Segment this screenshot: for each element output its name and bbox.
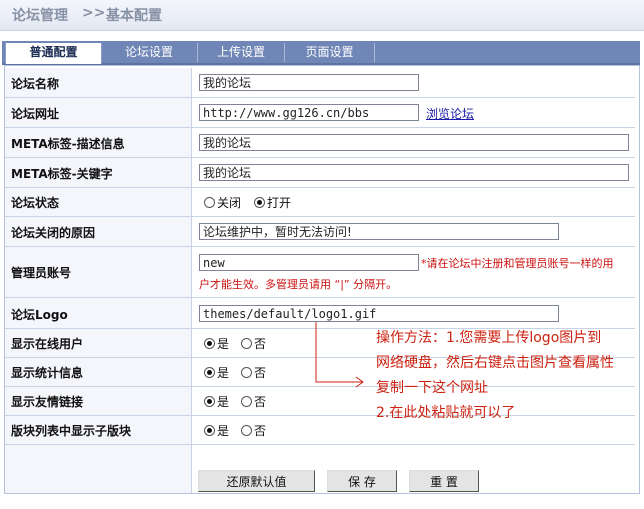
restore-defaults-button[interactable]: 还原默认值 (198, 470, 315, 492)
annotation-line3: 复制一下这个网址 (376, 380, 488, 396)
annotation-arrow (315, 322, 364, 388)
annotation-line4: 2.在此处粘贴就可以了 (376, 405, 516, 421)
save-button[interactable]: 保 存 (327, 470, 397, 492)
annotation-line2: 网络硬盘，然后右键点击图片查看属性 (376, 355, 614, 371)
annotation-line1: 操作方法：1.您需要上传logo图片到 (376, 330, 602, 346)
reset-button[interactable]: 重 置 (409, 470, 479, 492)
